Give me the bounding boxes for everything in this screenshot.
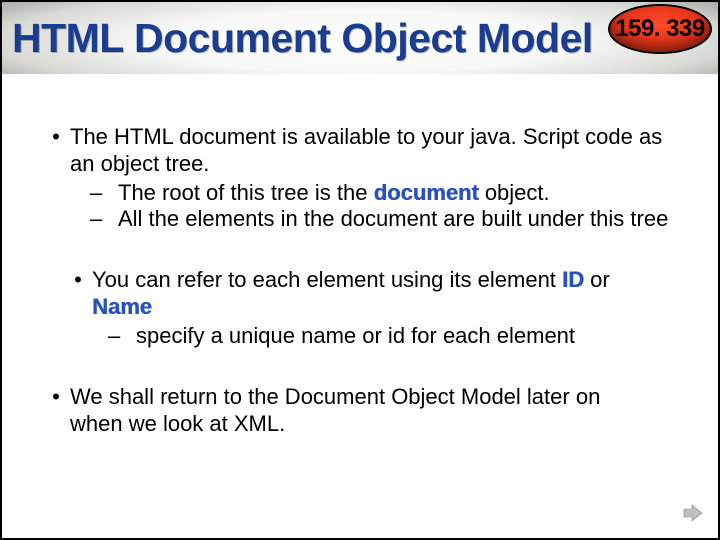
bullet-2-sub-1-text: specify a unique name or id for each ele… (136, 323, 688, 350)
keyword-document: document (374, 180, 479, 205)
bullet-1: • The HTML document is available to your… (42, 124, 688, 178)
bullet-dot-icon: • (42, 124, 70, 178)
dash-icon: – (90, 206, 118, 233)
next-slide-button[interactable] (676, 502, 704, 524)
bullet-3-text: We shall return to the Document Object M… (70, 384, 688, 438)
text-run: The root of this tree is the (118, 180, 374, 205)
bullet-1-sub-2-text: All the elements in the document are bui… (118, 206, 688, 233)
bullet-2-sub-1: – specify a unique name or id for each e… (64, 323, 688, 350)
text-run: or (584, 267, 610, 292)
slide: HTML Document Object Model 159. 339 • Th… (2, 2, 718, 538)
bullet-2-text: You can refer to each element using its … (92, 267, 688, 321)
bullet-1-sub-1: – The root of this tree is the document … (42, 180, 688, 207)
bullet-dot-icon: • (42, 384, 70, 438)
text-run: object. (479, 180, 550, 205)
bullet-dot-icon: • (64, 267, 92, 321)
bullet-1-text: The HTML document is available to your j… (70, 124, 688, 178)
text-run: You can refer to each element using its … (92, 267, 562, 292)
keyword-name: Name (92, 294, 152, 319)
title-band: HTML Document Object Model 159. 339 (2, 2, 718, 74)
house-arrow-icon (676, 503, 704, 523)
slide-content: • The HTML document is available to your… (2, 74, 718, 437)
text-line: The HTML document is available to your j… (70, 124, 662, 149)
text-line: We shall return to the Document Object M… (70, 384, 600, 409)
bullet-1-sub-2: – All the elements in the document are b… (42, 206, 688, 233)
dash-icon: – (90, 180, 118, 207)
slide-number-badge: 159. 339 (608, 4, 712, 54)
text-line: when we look at XML. (70, 411, 285, 436)
keyword-id: ID (562, 267, 584, 292)
text-line: an object tree. (70, 151, 209, 176)
dash-icon: – (108, 323, 136, 350)
bullet-2: • You can refer to each element using it… (64, 267, 688, 321)
bullet-3: • We shall return to the Document Object… (42, 384, 688, 438)
slide-title: HTML Document Object Model (12, 15, 593, 62)
bullet-1-sub-1-text: The root of this tree is the document ob… (118, 180, 688, 207)
